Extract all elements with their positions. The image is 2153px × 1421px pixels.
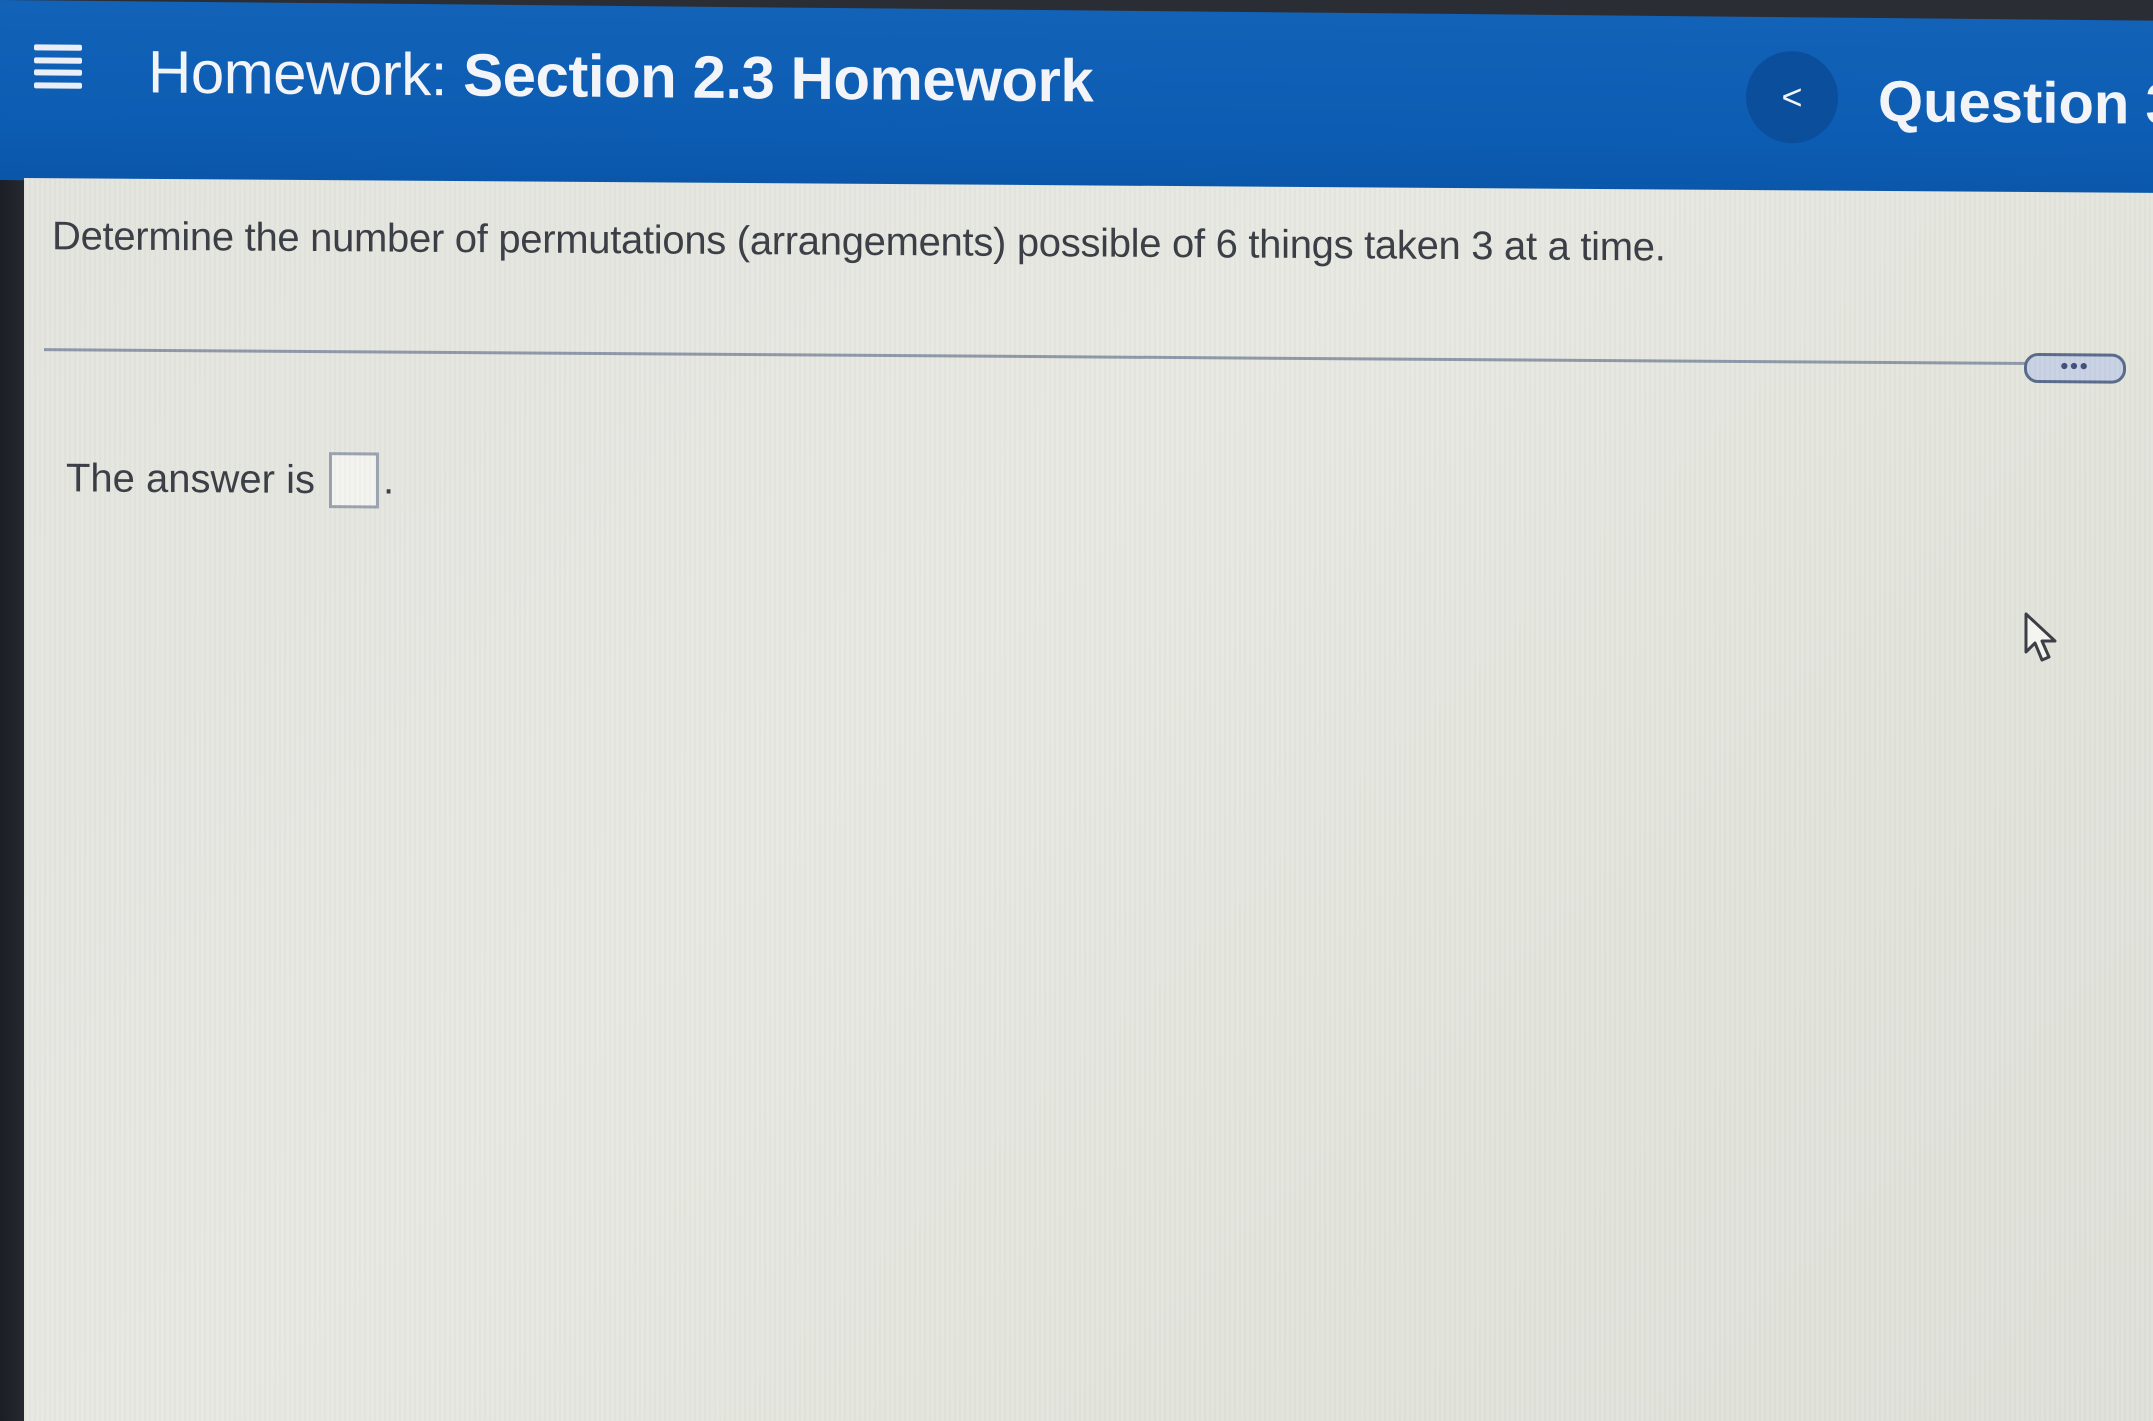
chevron-left-icon: < [1781, 76, 1803, 118]
more-options-button[interactable]: ••• [2024, 352, 2126, 384]
title-prefix: Homework: [148, 38, 447, 109]
section-divider [44, 348, 2034, 366]
hamburger-menu-icon[interactable] [34, 44, 82, 89]
previous-question-button[interactable]: < [1746, 50, 1838, 144]
answer-label: The answer is [66, 455, 315, 502]
header-bar: Homework: Section 2.3 Homework < Questio… [0, 0, 2153, 201]
answer-period: . [382, 458, 395, 503]
mouse-pointer-icon [2024, 612, 2057, 662]
question-number-label[interactable]: Question 3, [1878, 68, 2153, 138]
question-prompt: Determine the number of permutations (ar… [52, 214, 1666, 270]
title-main: Section 2.3 Homework [463, 41, 1094, 115]
assignment-title: Homework: Section 2.3 Homework [148, 37, 1093, 115]
question-panel: Determine the number of permutations (ar… [24, 178, 2153, 1421]
answer-input[interactable] [328, 452, 379, 509]
screen: Homework: Section 2.3 Homework < Questio… [0, 0, 2153, 1421]
answer-row: The answer is . [66, 450, 395, 509]
